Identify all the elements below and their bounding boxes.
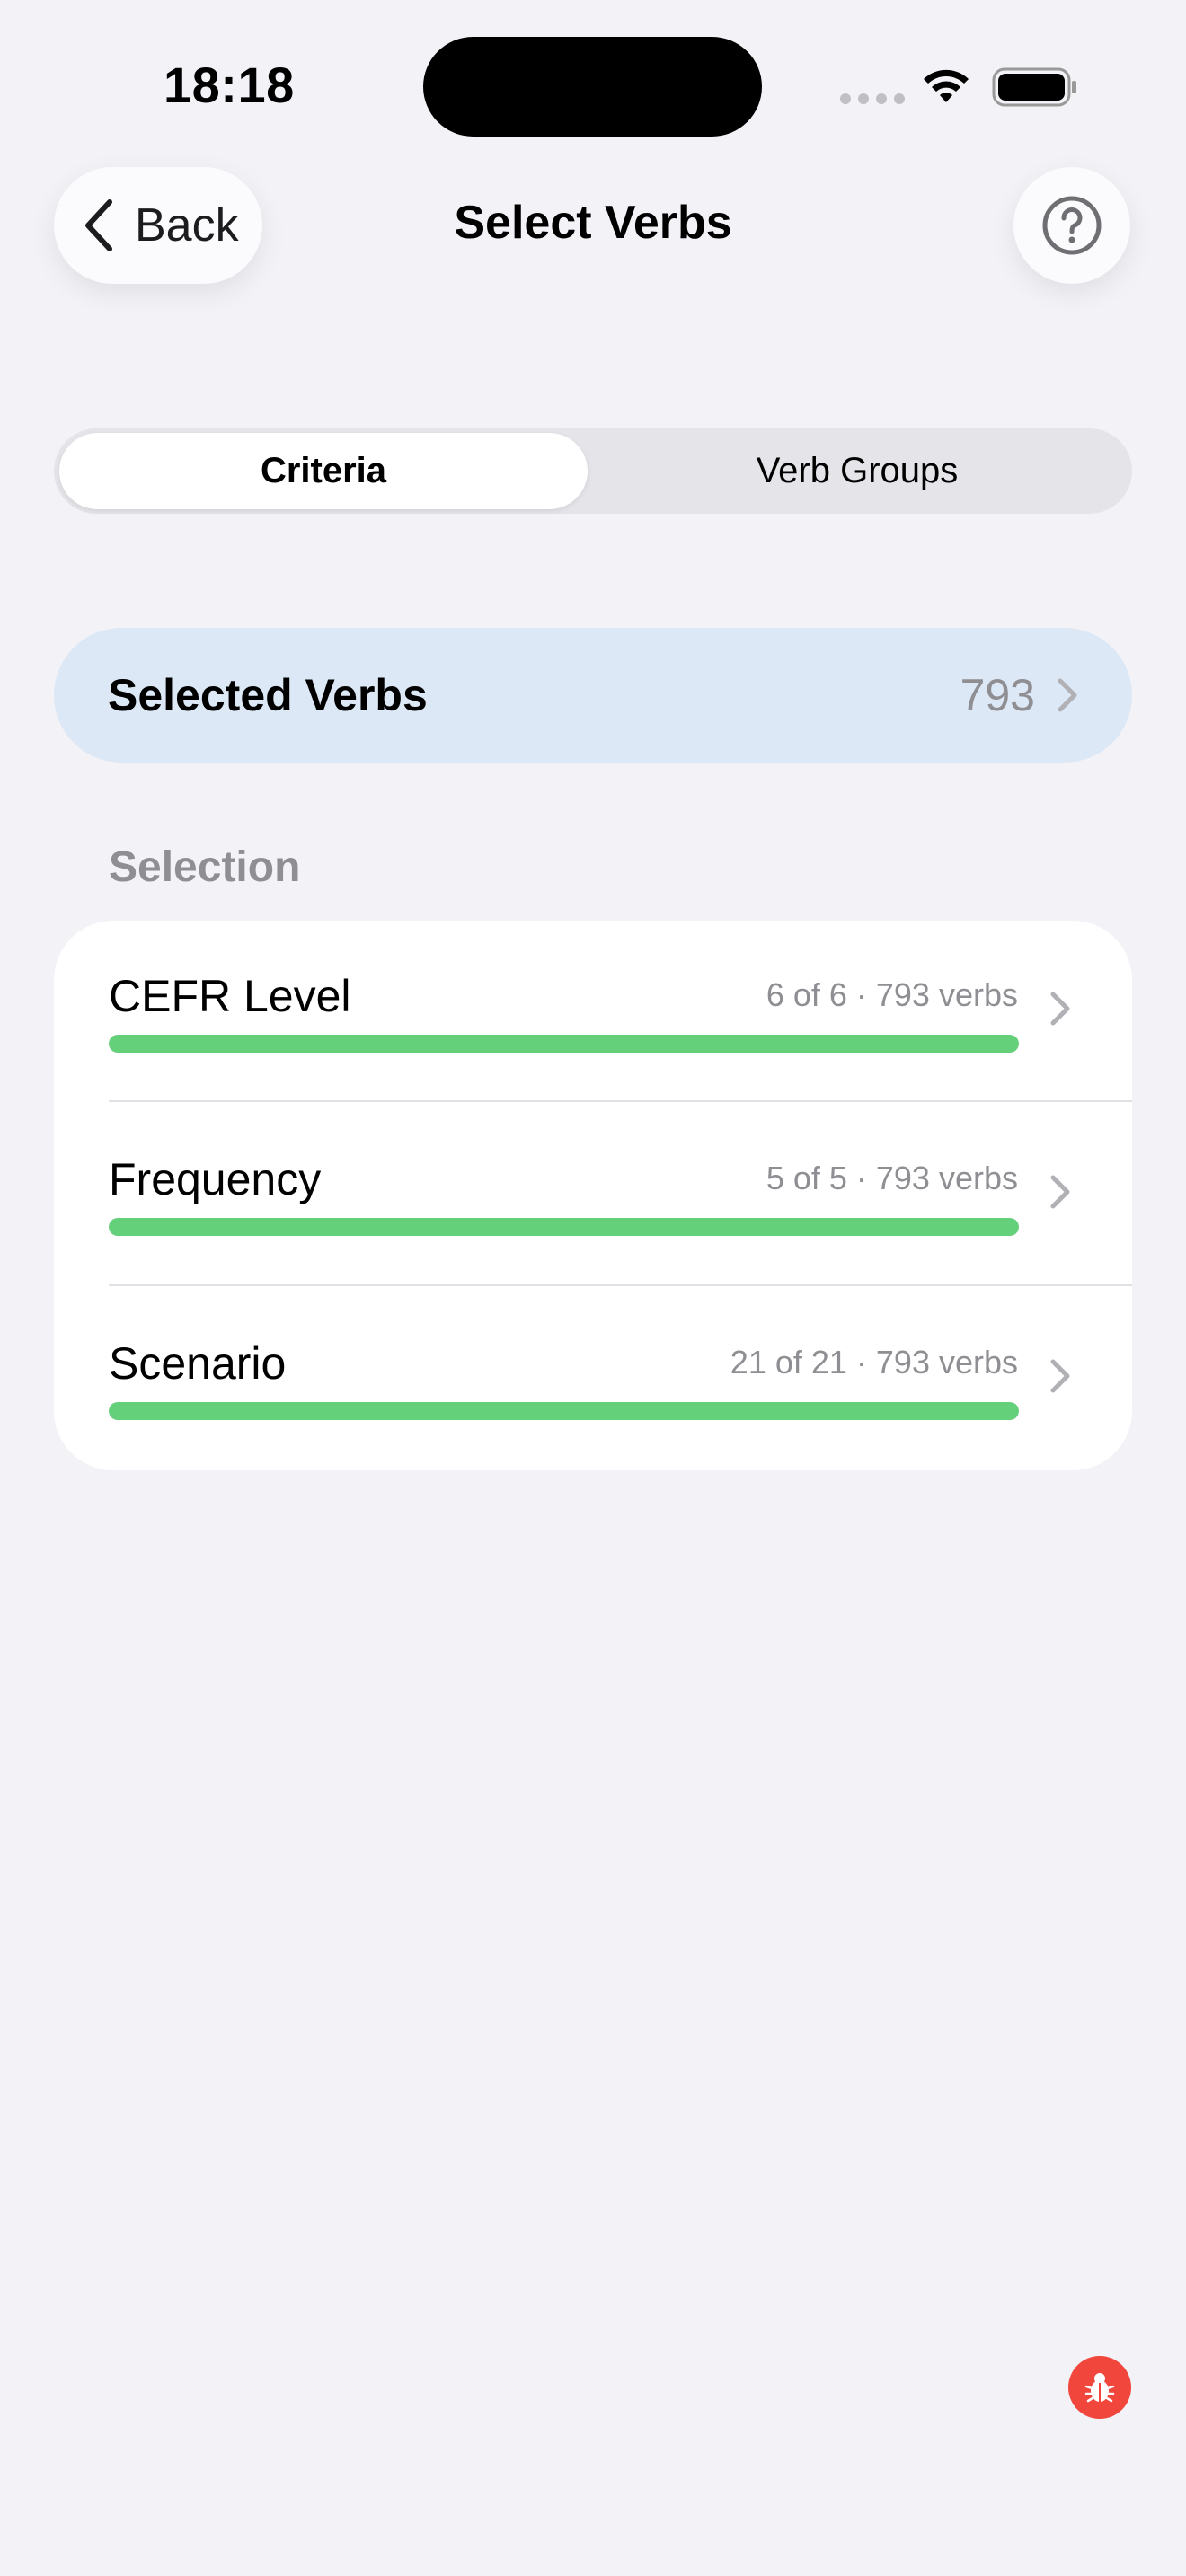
selected-verbs-row[interactable]: Selected Verbs 793	[54, 628, 1132, 763]
battery-icon	[992, 67, 1076, 107]
selected-verbs-count: 793	[960, 670, 1035, 720]
criteria-row-label: Frequency	[109, 1154, 322, 1204]
progress-fill	[109, 1402, 1019, 1420]
progress-fill	[109, 1035, 1019, 1053]
divider	[109, 1100, 1132, 1102]
criteria-row-label: Scenario	[109, 1338, 287, 1389]
criteria-row-meta: 5 of 5 · 793 verbs	[766, 1160, 1018, 1196]
criteria-row-meta: 21 of 21 · 793 verbs	[730, 1344, 1018, 1381]
page-title: Select Verbs	[454, 197, 732, 249]
tab-criteria[interactable]: Criteria	[59, 433, 588, 509]
criteria-row-cefr-level[interactable]: CEFR Level 6 of 6 · 793 verbs	[54, 921, 1132, 1104]
divider	[109, 1284, 1132, 1286]
chevron-right-icon	[1050, 1359, 1070, 1393]
chevron-right-icon	[1058, 678, 1077, 712]
tab-verb-groups[interactable]: Verb Groups	[593, 433, 1121, 509]
bug-icon	[1084, 2373, 1115, 2403]
status-time: 18:18	[164, 57, 295, 113]
progress-fill	[109, 1218, 1019, 1236]
criteria-row-label: CEFR Level	[109, 971, 351, 1021]
question-circle-icon	[1042, 196, 1102, 255]
chevron-right-icon	[1050, 1175, 1070, 1209]
progress-bar	[109, 1035, 1019, 1053]
wifi-icon	[924, 69, 969, 102]
segmented-control: Criteria Verb Groups	[54, 428, 1132, 514]
criteria-row-meta: 6 of 6 · 793 verbs	[766, 976, 1018, 1013]
debug-button[interactable]	[1068, 2356, 1131, 2419]
dynamic-island	[423, 37, 762, 137]
help-button[interactable]	[1013, 167, 1130, 284]
criteria-row-scenario[interactable]: Scenario 21 of 21 · 793 verbs	[54, 1288, 1132, 1470]
progress-bar	[109, 1218, 1019, 1236]
criteria-card: CEFR Level 6 of 6 · 793 verbs Frequency …	[54, 921, 1132, 1470]
criteria-row-frequency[interactable]: Frequency 5 of 5 · 793 verbs	[54, 1104, 1132, 1287]
cellular-signal-icon	[840, 93, 905, 104]
chevron-right-icon	[1050, 992, 1070, 1026]
selected-verbs-label: Selected Verbs	[108, 670, 428, 720]
progress-bar	[109, 1402, 1019, 1420]
section-header-selection: Selection	[109, 843, 301, 891]
